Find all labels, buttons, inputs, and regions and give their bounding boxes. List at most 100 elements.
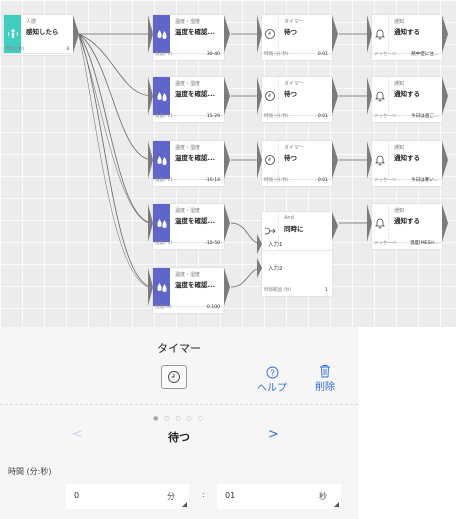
node-param-value: 0-100 [206,305,220,310]
node-category: 温度・湿度 [175,208,201,214]
node-category: 通知 [394,81,405,87]
node-name: 温度を確認... [175,154,215,162]
input-2-label: 入力2 [268,266,283,272]
notify-node-1[interactable]: 通知 通知する メッセージ 熱中症に注... [372,15,442,60]
water-drops-icon [153,15,170,53]
temperature-node-3[interactable]: 温度・湿度 温度を確認... 温度(℃) -10-14 [153,141,224,186]
node-param-label: 時間 (分:秒) [264,52,289,57]
node-param-value: 1 [325,288,328,293]
node-name: 通知する [394,28,420,36]
resize-corner-icon [334,502,339,507]
node-param-label: メッセージ [374,241,397,246]
svg-text:?: ? [270,368,275,377]
sensor-node[interactable]: 人感 感知したら 間隔 (秒) 3 [4,15,73,55]
panel-title: タイマー [157,342,201,355]
water-drops-icon [153,141,170,179]
node-param-label: 間隔 (秒) [6,47,25,52]
and-node[interactable]: And 同時に 入力1 入力2 時間範囲 (秒) 1 [262,212,332,296]
clock-icon [262,141,279,179]
node-param-label: 温度(℃) [155,241,173,246]
action-name: 待つ [168,431,190,444]
node-param-value: 熱中症に注... [411,52,438,57]
node-category: 温度・湿度 [175,19,201,25]
node-param-value: -10-14 [205,178,220,183]
node-param-label: メッセージ [374,178,397,183]
temperature-node-4[interactable]: 温度・湿度 温度を確認... 温度(℃) -10-50 [153,204,224,249]
bell-icon [372,15,389,53]
water-drops-icon [153,77,170,115]
clock-icon [262,15,279,53]
node-category: 通知 [394,19,405,25]
resize-corner-icon [182,502,187,507]
temperature-node-2[interactable]: 温度・湿度 温度を確認... 温度(℃) 15-29 [153,77,224,122]
node-param-label: メッセージ [374,52,397,57]
delete-label: 削除 [315,382,335,393]
delete-button[interactable]: 削除 [305,363,345,393]
divider [262,250,332,251]
seconds-value: 01 [225,491,236,500]
node-param-label: 温度(℃) [155,178,173,183]
notify-node-4[interactable]: 通知 通知する メッセージ 温度[MESH... [372,204,442,249]
node-param-value: 3 [66,47,69,52]
node-category: 通知 [394,145,405,151]
water-drops-icon [153,268,170,306]
bell-icon [372,204,389,242]
node-name: 温度を確認... [175,28,215,36]
bell-icon [372,141,389,179]
minutes-input[interactable]: 0 分 [66,484,189,509]
node-name: 待つ [284,154,297,162]
node-name: 待つ [284,28,297,36]
water-drops-icon [153,204,170,242]
timer-node-3[interactable]: タイマー 待つ 時間 (分:秒) 0:01 [262,141,332,186]
notify-node-3[interactable]: 通知 通知する メッセージ 今日は寒い... [372,141,442,186]
temperature-node-5[interactable]: 温度・湿度 温度を確認... 湿度(%) 0-100 [153,268,224,313]
node-param-label: 時間 (分:秒) [264,178,289,183]
help-button[interactable]: ? ヘルプ [252,364,292,394]
node-name: 同時に [284,225,304,233]
minutes-unit: 分 [167,492,175,501]
timer-node-1[interactable]: タイマー 待つ 時間 (分:秒) 0:01 [262,15,332,60]
minutes-value: 0 [74,491,80,500]
node-param-value: -10-50 [205,241,220,246]
node-param-value: 温度[MESH... [410,241,438,246]
node-param-value: 今日は寒い... [411,178,438,183]
node-param-value: 0:01 [317,114,328,119]
node-param-value: 30-40 [206,52,220,57]
next-action-button[interactable]: > [268,427,279,442]
node-name: 待つ [284,90,297,98]
node-param-label: 温度(℃) [155,52,173,57]
seconds-unit: 秒 [319,492,327,501]
temperature-node-1[interactable]: 温度・湿度 温度を確認... 温度(℃) 30-40 [153,15,224,60]
node-param-value: 15-29 [206,114,220,119]
help-label: ヘルプ [257,383,287,394]
node-param-label: 湿度(%) [155,305,172,310]
time-separator: : [202,490,205,499]
node-name: 温度を確認... [175,217,215,225]
time-label: 時間 (分:秒) [8,467,52,476]
node-category: 温度・湿度 [175,272,201,278]
node-param-value: 0:01 [317,178,328,183]
node-name: 通知する [394,217,420,225]
divider [4,53,73,54]
node-category: タイマー [284,145,305,151]
node-category: 温度・湿度 [175,81,201,87]
trash-icon [320,365,330,378]
timer-node-2[interactable]: タイマー 待つ 時間 (分:秒) 0:01 [262,77,332,122]
bell-icon [372,77,389,115]
timer-block-icon [161,365,187,389]
page-indicator: ● ○ ○ ○ ○ [153,415,205,422]
node-name: 温度を確認... [175,281,215,289]
node-category: 人感 [26,19,37,25]
node-param-value: 今日は過ご... [411,114,438,119]
node-category: タイマー [284,19,305,25]
clock-icon [262,77,279,115]
node-param-value: 0:01 [317,52,328,57]
timer-settings-panel: タイマー ? ヘルプ 削除 ● ○ ○ ○ ○ < 待つ > 時間 (分:秒) … [0,327,358,519]
notify-node-2[interactable]: 通知 通知する メッセージ 今日は過ご... [372,77,442,122]
node-name: 通知する [394,154,420,162]
node-name: 通知する [394,90,420,98]
node-name: 温度を確認... [175,90,215,98]
seconds-input[interactable]: 01 秒 [217,484,341,509]
node-category: And [284,215,294,221]
recipe-canvas[interactable]: 人感 感知したら 間隔 (秒) 3 温度・湿度 温度を確認... 温度(℃) 3… [0,0,456,327]
